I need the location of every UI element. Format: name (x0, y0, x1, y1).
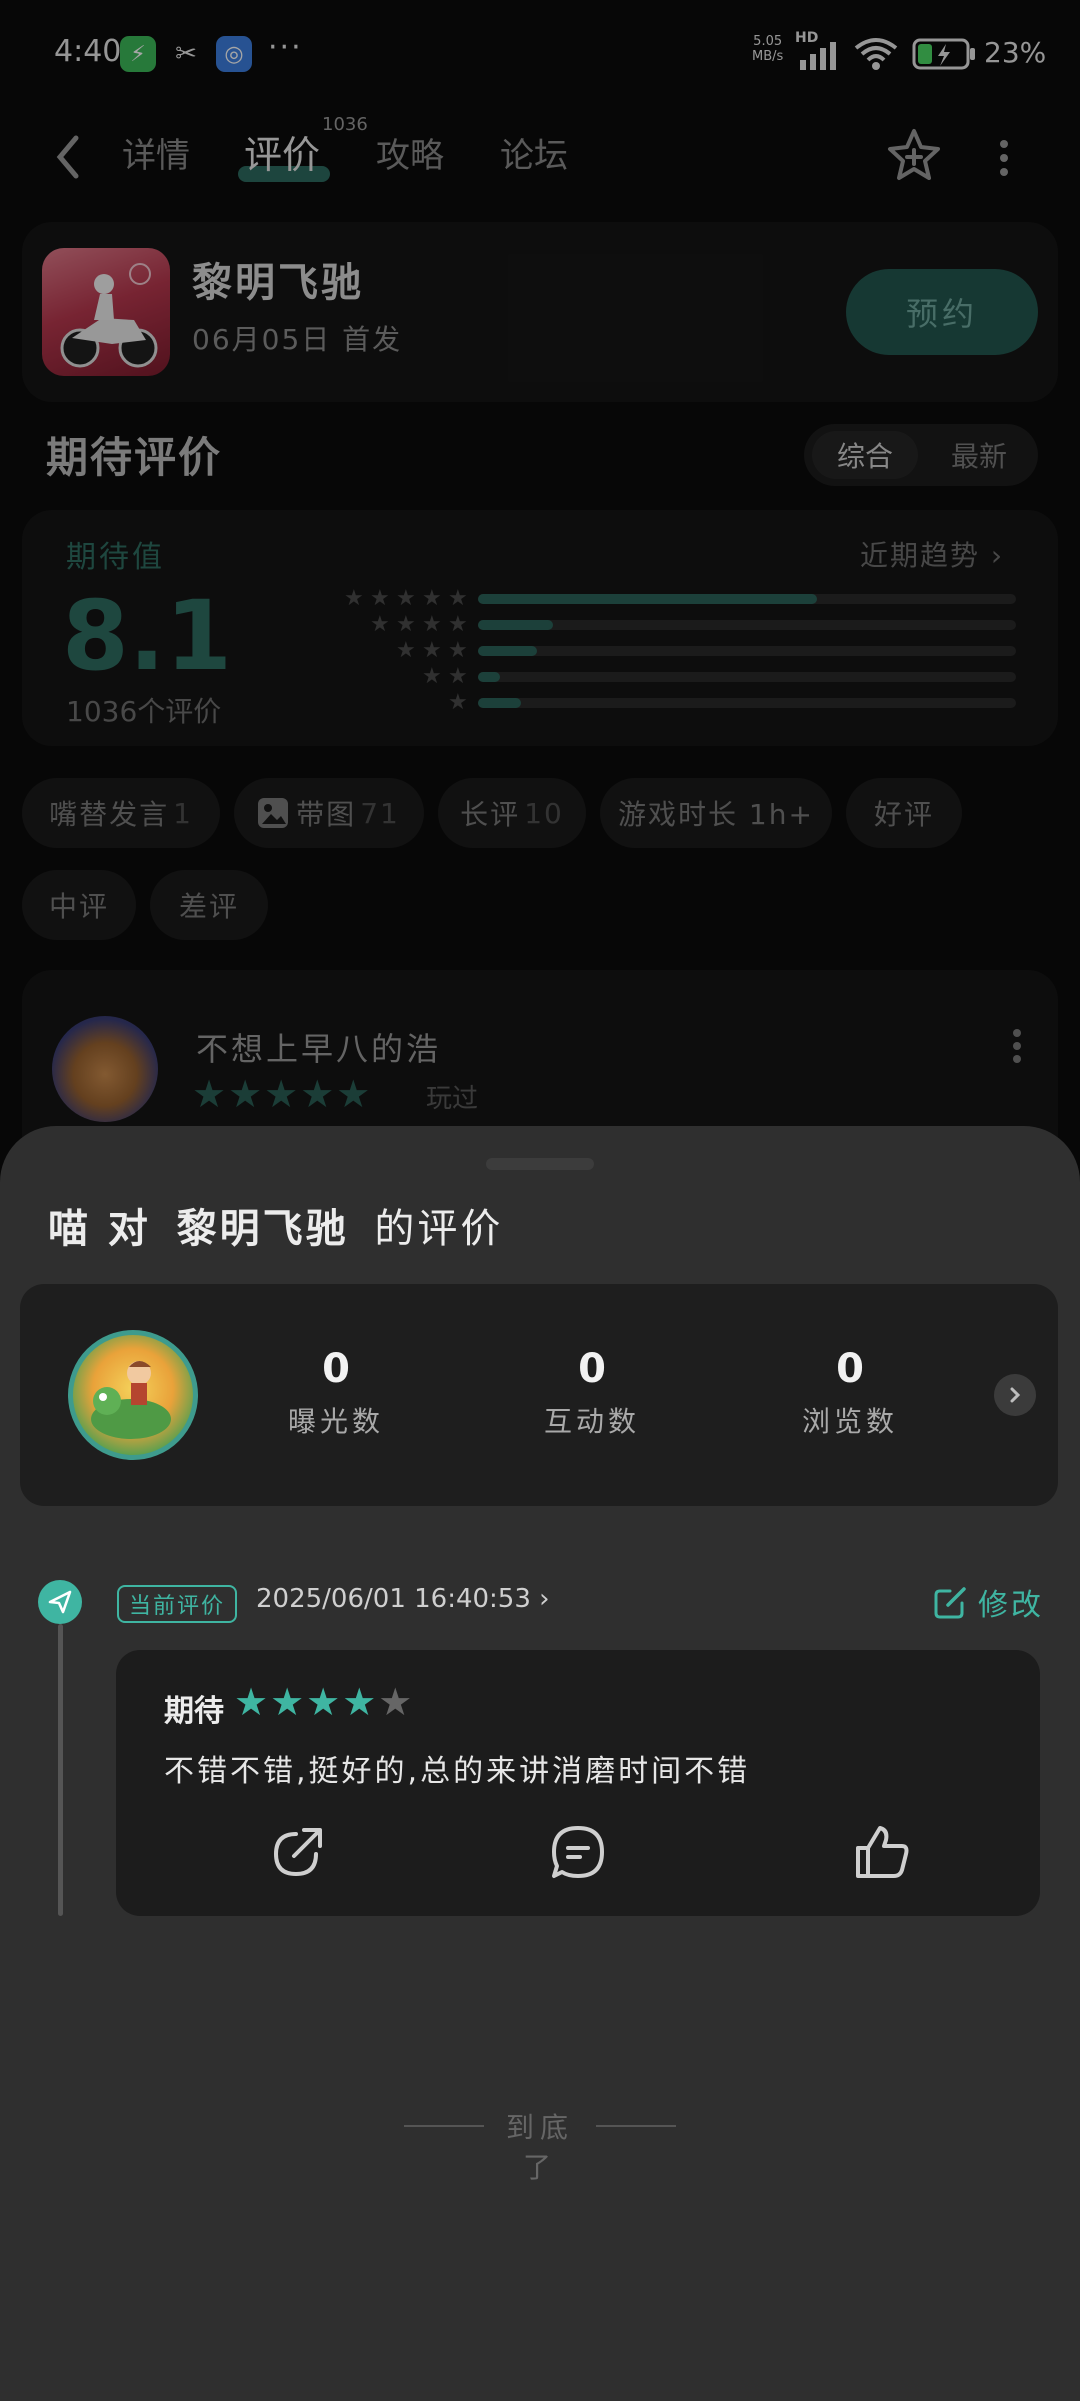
end-of-list-text: 到底了 (505, 2111, 574, 2184)
stat-exposure-value: 0 (322, 1346, 350, 1392)
review-label: 期待 (164, 1694, 224, 1729)
edit-review-button[interactable]: 修改 (932, 1580, 1044, 1624)
current-review-badge: 当前评价 (117, 1585, 238, 1623)
stat-views-value: 0 (836, 1346, 864, 1392)
chevron-right-icon: › (539, 1584, 550, 1614)
sheet-title-user: 喵 对 (48, 1206, 151, 1252)
like-icon[interactable] (852, 1822, 912, 1882)
sheet-drag-handle[interactable] (486, 1158, 594, 1170)
avatar (68, 1330, 198, 1460)
edit-icon (934, 1587, 966, 1619)
sheet-title-suffix: 的评价 (374, 1206, 504, 1252)
comment-icon[interactable] (548, 1822, 608, 1882)
review-timestamp-text: 2025/06/01 16:40:53 (256, 1584, 531, 1614)
review-stars: ★★★★★ (234, 1680, 415, 1724)
stat-interaction-label: 互动数 (543, 1405, 640, 1438)
stat-views-label: 浏览数 (801, 1405, 898, 1438)
timeline-line (58, 1624, 63, 1916)
review-text: 不错不错,挺好的,总的来讲消磨时间不错 (164, 1754, 751, 1789)
review-timestamp[interactable]: 2025/06/01 16:40:53 › (256, 1584, 550, 1614)
stat-exposure-label: 曝光数 (287, 1405, 384, 1438)
send-icon (38, 1580, 82, 1624)
sheet-title: 喵 对 黎明飞驰 的评价 (48, 1196, 503, 1254)
edit-review-label: 修改 (978, 1588, 1044, 1623)
sheet-title-game: 黎明飞驰 (176, 1206, 349, 1252)
chevron-right-icon[interactable] (994, 1374, 1036, 1416)
share-icon[interactable] (268, 1822, 328, 1882)
stat-interaction-value: 0 (578, 1346, 606, 1392)
